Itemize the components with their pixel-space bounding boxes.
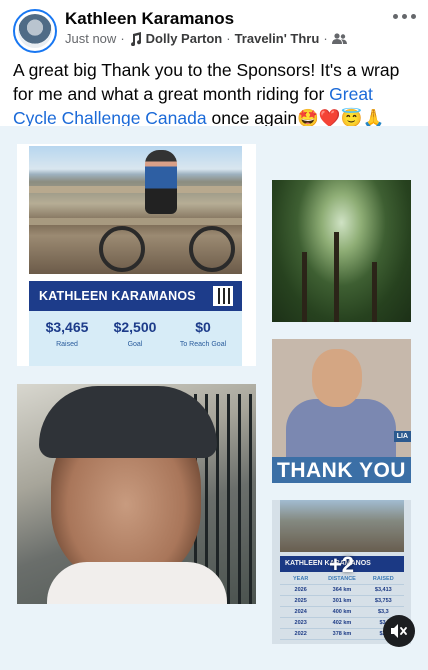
photo-thank-you[interactable]: LIA THANK YOU	[272, 339, 411, 483]
post-text: A great big Thank you to the Sponsors! I…	[13, 58, 418, 130]
post-header: Kathleen Karamanos Just now · Dolly Part…	[0, 0, 428, 58]
song-artist[interactable]: Dolly Parton	[146, 31, 223, 46]
mute-icon[interactable]	[383, 615, 415, 647]
song-title[interactable]: Travelin' Thru	[235, 31, 320, 46]
friends-icon	[331, 32, 347, 44]
author-avatar[interactable]	[13, 9, 57, 53]
thank-you-tag: LIA	[393, 431, 411, 442]
thank-you-banner: THANK YOU	[272, 457, 411, 483]
photo-cyclist-card[interactable]: KATHLEEN KARAMANOS $3,465 Raised $2,500 Go…	[17, 144, 256, 366]
post-text-part2: once again	[206, 108, 298, 128]
emoji-group: 🤩❤️😇🙏	[297, 108, 385, 128]
author-name[interactable]: Kathleen Karamanos	[65, 9, 234, 29]
more-photos-count[interactable]: +2	[272, 552, 411, 578]
stat-goal: $2,500 Goal	[113, 319, 157, 348]
post-time[interactable]: Just now	[65, 31, 116, 46]
photo-grid: KATHLEEN KARAMANOS $3,465 Raised $2,500 Go…	[0, 126, 428, 670]
stat-raised: $3,465 Raised	[45, 319, 89, 348]
photo-trees[interactable]	[272, 180, 411, 322]
post-meta: Just now · Dolly Parton · Travelin' Thru…	[65, 31, 347, 46]
photo-selfie[interactable]	[17, 384, 256, 604]
stat-to-reach: $0 To Reach Goal	[179, 319, 227, 348]
qr-code-icon	[213, 286, 233, 306]
fundraising-card: KATHLEEN KARAMANOS $3,465 Raised $2,500 Go…	[29, 281, 242, 366]
cyclist-photo	[29, 146, 242, 274]
music-note-icon	[130, 31, 141, 46]
more-dots-icon[interactable]	[392, 6, 418, 26]
card-name: KATHLEEN KARAMANOS	[29, 281, 242, 311]
